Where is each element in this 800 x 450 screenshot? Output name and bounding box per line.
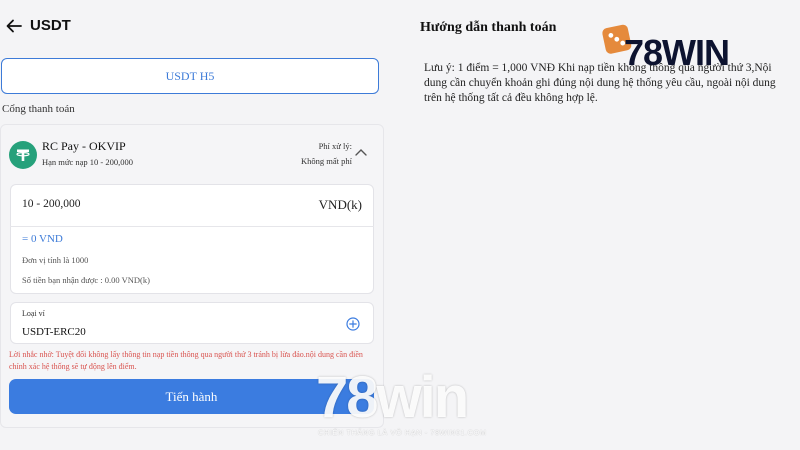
submit-button-label: Tiến hành xyxy=(165,388,218,404)
page-title: USDT xyxy=(30,17,71,34)
gateway-fee-label: Phí xử lý: xyxy=(318,141,352,151)
divider xyxy=(10,226,374,227)
wallet-type-value[interactable]: USDT-ERC20 xyxy=(22,326,86,338)
header: USDT xyxy=(0,0,384,50)
tether-icon xyxy=(9,141,37,169)
section-label-payment-gateway: Cổng thanh toán xyxy=(2,103,75,115)
tab-label: USDT H5 xyxy=(165,68,215,83)
amount-input[interactable]: 10 - 200,000 xyxy=(22,198,80,210)
plus-circle-icon[interactable] xyxy=(346,317,360,331)
gateway-name[interactable]: RC Pay - OKVIP xyxy=(42,139,126,154)
unit-note: Đơn vị tính là 1000 xyxy=(22,255,89,265)
gateway-fee-value: Không mất phí xyxy=(301,156,352,166)
watermark-logo: 78win xyxy=(316,365,469,430)
brand-logo-text: 78WIN xyxy=(624,32,730,73)
arrow-left-icon[interactable] xyxy=(6,19,22,33)
wallet-type-label: Loại ví xyxy=(22,309,45,318)
tab-usdt-h5[interactable]: USDT H5 xyxy=(1,58,379,94)
amount-unit: VND(k) xyxy=(318,197,362,212)
converted-amount: = 0 VND xyxy=(22,233,63,245)
watermark-slogan: CHIẾN THẮNG LÀ VÔ HẠN - 78WIN01.COM xyxy=(318,428,487,437)
gateway-limit: Hạn mức nạp 10 - 200,000 xyxy=(42,157,134,167)
guide-title: Hướng dẫn thanh toán xyxy=(420,20,557,35)
chevron-up-icon[interactable] xyxy=(355,148,367,156)
receive-amount-note: Số tiền bạn nhận được : 0.00 VND(k) xyxy=(22,275,150,285)
